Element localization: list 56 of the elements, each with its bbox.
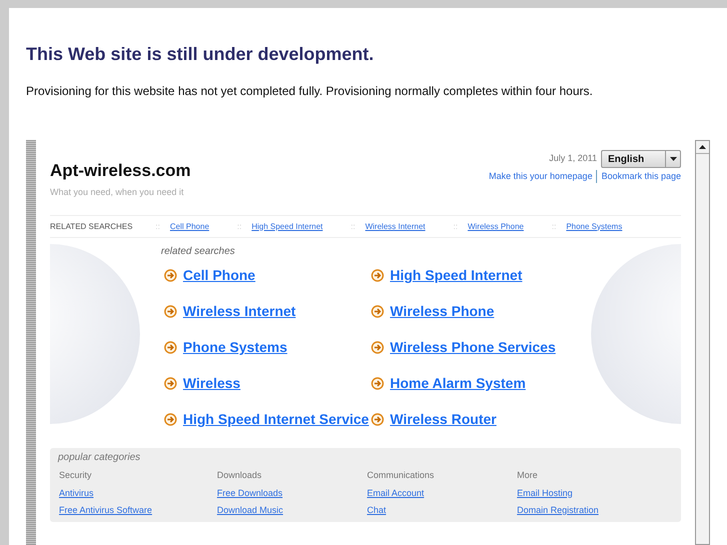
- related-search-link[interactable]: Wireless Internet: [183, 301, 296, 322]
- arrow-circle-icon: [164, 341, 177, 354]
- bookmark-link[interactable]: Bookmark this page: [597, 170, 681, 184]
- arrow-circle-icon: [371, 377, 384, 390]
- date-text: July 1, 2011: [549, 152, 597, 166]
- category-title: Communications: [367, 469, 436, 482]
- related-bar-link[interactable]: Wireless Phone: [468, 220, 524, 232]
- separator-text: ::: [552, 220, 556, 232]
- category-link[interactable]: Download Music: [217, 504, 366, 518]
- related-bar-link[interactable]: Phone Systems: [566, 220, 622, 232]
- related-bar-link[interactable]: High Speed Internet: [252, 220, 323, 232]
- language-select[interactable]: English: [601, 150, 681, 168]
- related-bar-link[interactable]: Cell Phone: [170, 220, 210, 232]
- related-search-link[interactable]: Wireless Phone: [390, 301, 494, 322]
- category-title: More: [517, 469, 539, 482]
- arrow-circle-icon: [164, 413, 177, 426]
- related-searches-heading: related searches: [161, 245, 236, 259]
- popular-categories-heading: popular categories: [58, 451, 142, 465]
- category-link[interactable]: Antivirus: [59, 486, 216, 500]
- arrow-circle-icon: [371, 269, 384, 282]
- page-heading: This Web site is still under development.: [26, 43, 375, 66]
- category-link[interactable]: Free Downloads: [217, 486, 366, 500]
- provisioning-message: Provisioning for this website has not yet completed fully. Provisioning normally completes within four hours.: [26, 83, 594, 100]
- category-link[interactable]: Free Antivirus Software: [59, 504, 216, 518]
- separator-text: ::: [453, 220, 458, 232]
- category-title: Security: [59, 469, 93, 482]
- site-title: Apt-wireless.com: [50, 160, 191, 182]
- arrow-circle-icon: [371, 305, 384, 318]
- related-searches-label: RELATED SEARCHES: [50, 220, 133, 232]
- category-link[interactable]: Chat: [367, 504, 516, 518]
- separator-text: ::: [237, 220, 242, 232]
- homepage-link[interactable]: Make this your homepage: [488, 170, 596, 184]
- related-search-link[interactable]: Home Alarm System: [390, 373, 526, 394]
- related-search-link[interactable]: High Speed Internet: [390, 265, 522, 286]
- separator-text: ::: [156, 220, 160, 232]
- separator-text: ::: [350, 220, 356, 232]
- arrow-circle-icon: [371, 341, 384, 354]
- arrow-circle-icon: [164, 269, 177, 282]
- scroll-up-icon[interactable]: [699, 145, 706, 149]
- category-title: Downloads: [217, 469, 263, 482]
- related-search-link[interactable]: Cell Phone: [183, 265, 256, 286]
- related-search-link[interactable]: Wireless Phone Services: [390, 337, 556, 358]
- category-link[interactable]: Domain Registration: [517, 504, 673, 518]
- caret-icon: [670, 157, 676, 161]
- scrollbar[interactable]: [695, 140, 710, 545]
- related-search-link[interactable]: Wireless Router: [390, 409, 496, 430]
- related-search-link[interactable]: Wireless: [183, 373, 240, 394]
- related-search-link[interactable]: High Speed Internet Service: [183, 409, 369, 430]
- site-tagline: What you need, when you need it: [50, 186, 185, 199]
- category-link[interactable]: Email Account: [367, 486, 516, 500]
- related-bar-link[interactable]: Wireless Internet: [365, 220, 426, 232]
- arrow-circle-icon: [164, 305, 177, 318]
- arrow-circle-icon: [164, 377, 177, 390]
- category-link[interactable]: Email Hosting: [517, 486, 673, 500]
- arrow-circle-icon: [371, 413, 384, 426]
- related-search-link[interactable]: Phone Systems: [183, 337, 288, 358]
